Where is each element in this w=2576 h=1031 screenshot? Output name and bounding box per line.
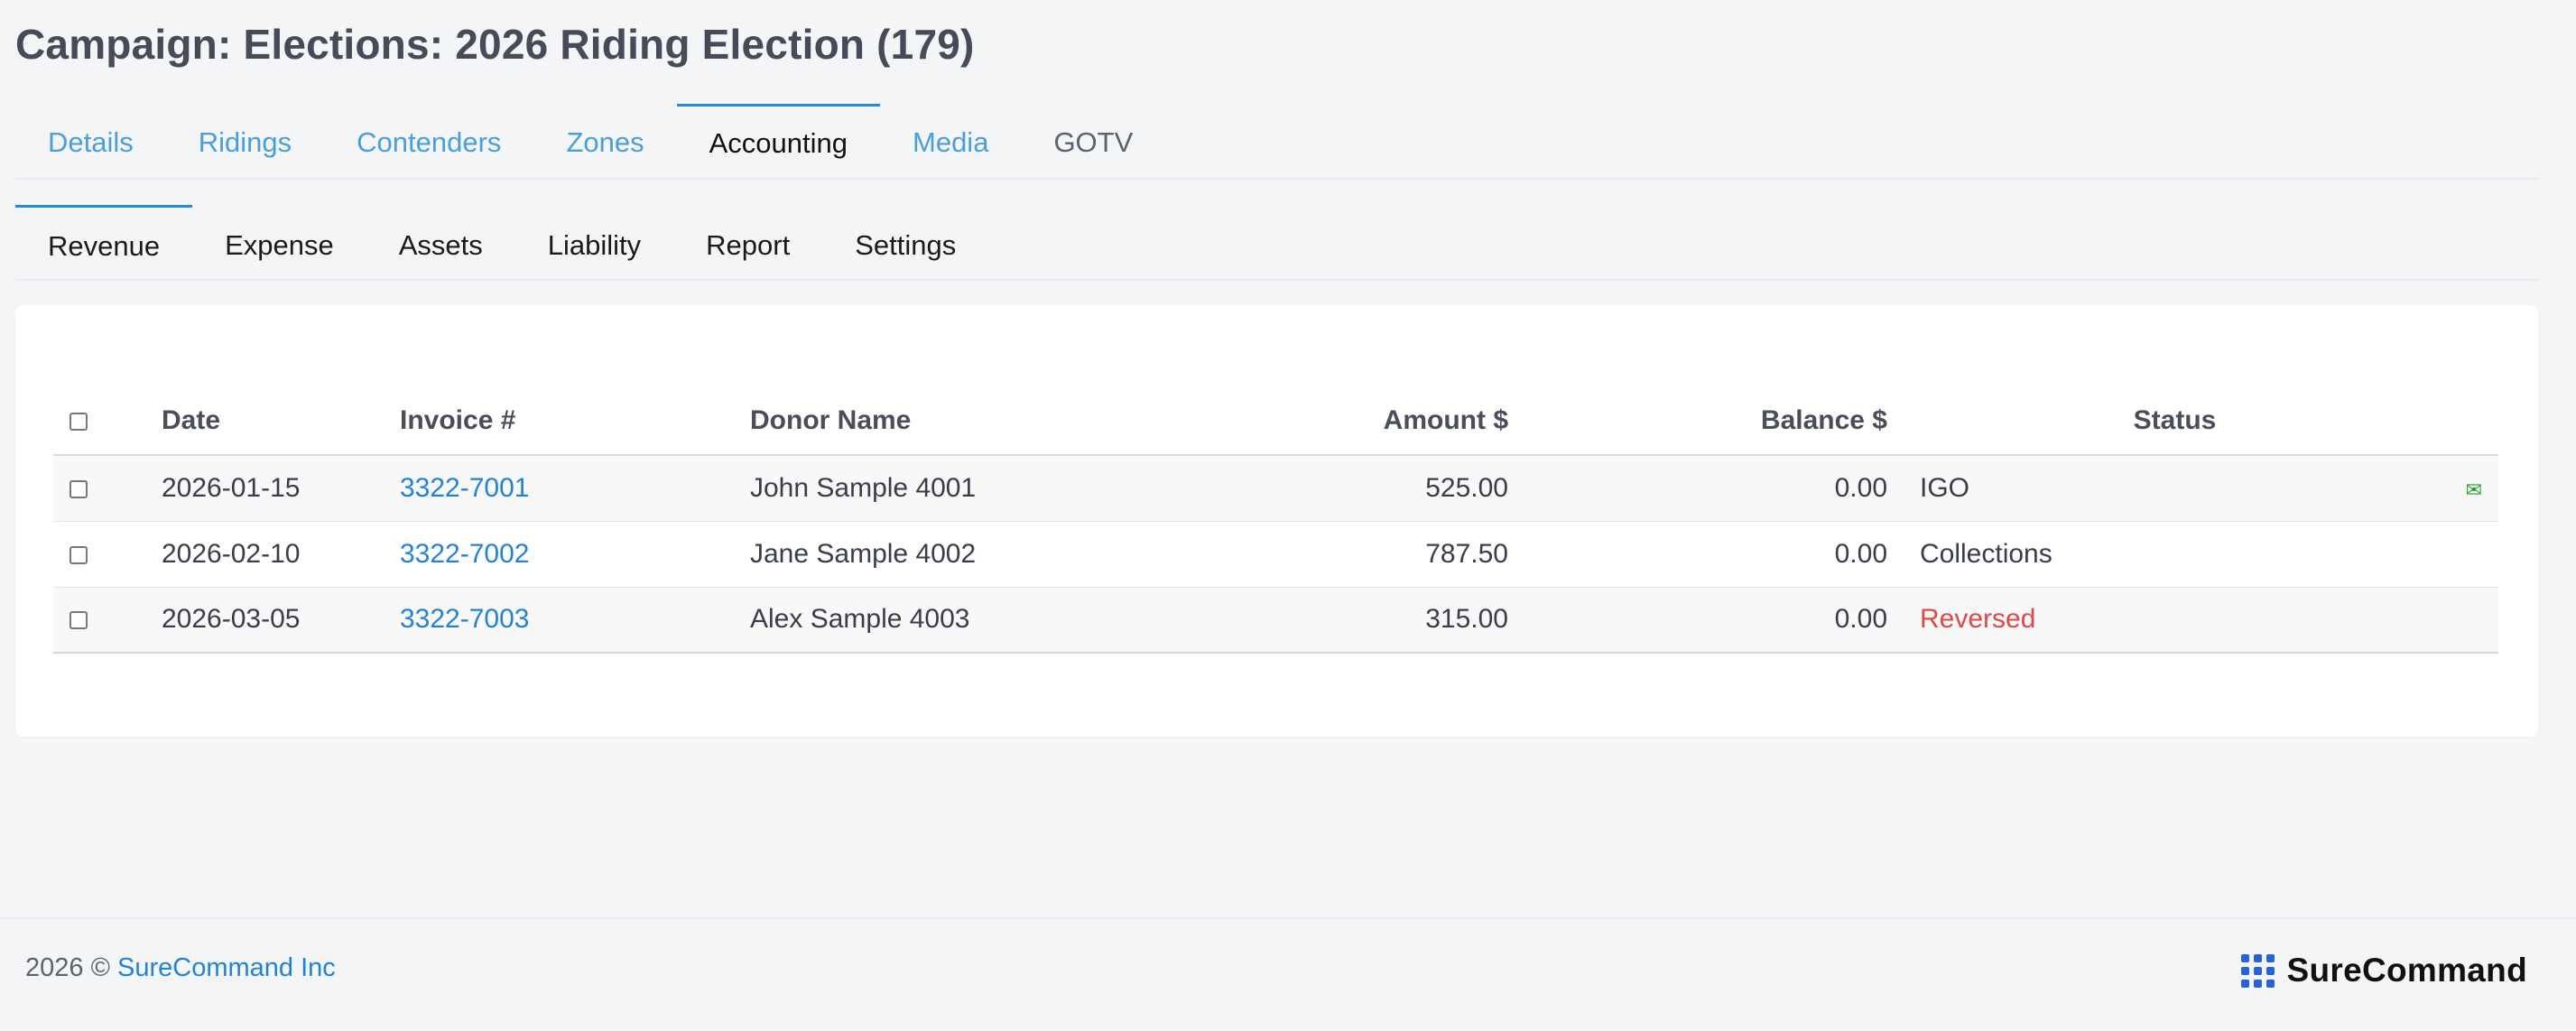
revenue-card: Date Invoice # Donor Name Amount $ Balan… <box>15 305 2538 737</box>
tab-gotv[interactable]: GOTV <box>1021 104 1165 178</box>
tab-zones[interactable]: Zones <box>533 104 676 178</box>
cell-balance: 0.00 <box>1508 587 1887 654</box>
subtab-liability[interactable]: Liability <box>515 205 673 279</box>
tab-details[interactable]: Details <box>15 104 166 178</box>
subtab-assets[interactable]: Assets <box>366 205 515 279</box>
table-row[interactable]: 2026-03-05 3322-7003 Alex Sample 4003 315.0… <box>53 587 2498 654</box>
col-donor-name[interactable]: Donor Name <box>750 386 1093 456</box>
cell-actions <box>2462 521 2498 588</box>
cell-invoice: 3322-7001 <box>400 455 750 522</box>
cell-donor-name: Alex Sample 4003 <box>750 587 1093 654</box>
col-balance[interactable]: Balance $ <box>1508 386 1887 456</box>
row-checkbox[interactable] <box>69 479 88 498</box>
invoice-link[interactable]: 3322-7003 <box>400 604 529 634</box>
envelope-icon[interactable]: ✉ <box>2466 478 2482 501</box>
row-select-cell <box>53 521 162 588</box>
main-tabs: Details Ridings Contenders Zones Accounting M… <box>15 104 2538 180</box>
sub-tabs: Revenue Expense Assets Liability Report Setti… <box>15 205 2538 281</box>
select-all-checkbox[interactable] <box>69 412 88 431</box>
table-row[interactable]: 2026-01-15 3322-7001 John Sample 4001 525.0… <box>53 455 2498 522</box>
page-title: Campaign: Elections: 2026 Riding Electio… <box>15 21 975 68</box>
col-amount[interactable]: Amount $ <box>1093 386 1508 456</box>
cell-status: IGO <box>1887 455 2462 522</box>
copyright-text: 2026 © <box>25 953 117 982</box>
cell-balance: 0.00 <box>1508 521 1887 588</box>
row-select-cell <box>53 587 162 654</box>
cell-amount: 525.00 <box>1093 455 1508 522</box>
revenue-table: Date Invoice # Donor Name Amount $ Balan… <box>53 386 2498 654</box>
row-checkbox[interactable] <box>69 611 88 630</box>
tab-contenders[interactable]: Contenders <box>324 104 533 178</box>
tab-accounting[interactable]: Accounting <box>676 104 880 178</box>
company-link[interactable]: SureCommand Inc <box>117 953 336 982</box>
table-row[interactable]: 2026-02-10 3322-7002 Jane Sample 4002 787.5… <box>53 521 2498 588</box>
tab-media[interactable]: Media <box>880 104 1021 178</box>
invoice-link[interactable]: 3322-7002 <box>400 539 529 569</box>
cell-status: Reversed <box>1887 587 2462 654</box>
tab-ridings[interactable]: Ridings <box>166 104 324 178</box>
cell-status: Collections <box>1887 521 2462 588</box>
subtab-settings[interactable]: Settings <box>822 205 988 279</box>
cell-date: 2026-03-05 <box>162 587 400 654</box>
select-all-cell <box>53 386 162 456</box>
cell-actions: ✉ <box>2462 455 2498 522</box>
col-date[interactable]: Date <box>162 386 400 456</box>
col-invoice[interactable]: Invoice # <box>400 386 750 456</box>
brand-logo[interactable]: SureCommand <box>2240 952 2527 989</box>
cell-amount: 315.00 <box>1093 587 1508 654</box>
subtab-expense[interactable]: Expense <box>192 205 366 279</box>
col-status[interactable]: Status <box>1887 386 2462 456</box>
grid-dots-icon <box>2240 953 2275 988</box>
cell-date: 2026-02-10 <box>162 521 400 588</box>
subtab-report[interactable]: Report <box>673 205 822 279</box>
cell-actions <box>2462 587 2498 654</box>
cell-donor-name: Jane Sample 4002 <box>750 521 1093 588</box>
footer-copyright: 2026 © SureCommand Inc <box>25 953 336 983</box>
cell-amount: 787.50 <box>1093 521 1508 588</box>
cell-invoice: 3322-7002 <box>400 521 750 588</box>
footer: 2026 © SureCommand Inc SureCommand <box>0 917 2576 1031</box>
table-body: 2026-01-15 3322-7001 John Sample 4001 525.0… <box>53 455 2498 654</box>
row-select-cell <box>53 455 162 522</box>
row-checkbox[interactable] <box>69 545 88 564</box>
cell-date: 2026-01-15 <box>162 455 400 522</box>
cell-donor-name: John Sample 4001 <box>750 455 1093 522</box>
col-actions <box>2462 386 2498 456</box>
invoice-link[interactable]: 3322-7001 <box>400 473 529 503</box>
brand-name: SureCommand <box>2286 952 2527 989</box>
cell-balance: 0.00 <box>1508 455 1887 522</box>
subtab-revenue[interactable]: Revenue <box>15 205 193 279</box>
table-header-row: Date Invoice # Donor Name Amount $ Balan… <box>53 386 2498 456</box>
cell-invoice: 3322-7003 <box>400 587 750 654</box>
